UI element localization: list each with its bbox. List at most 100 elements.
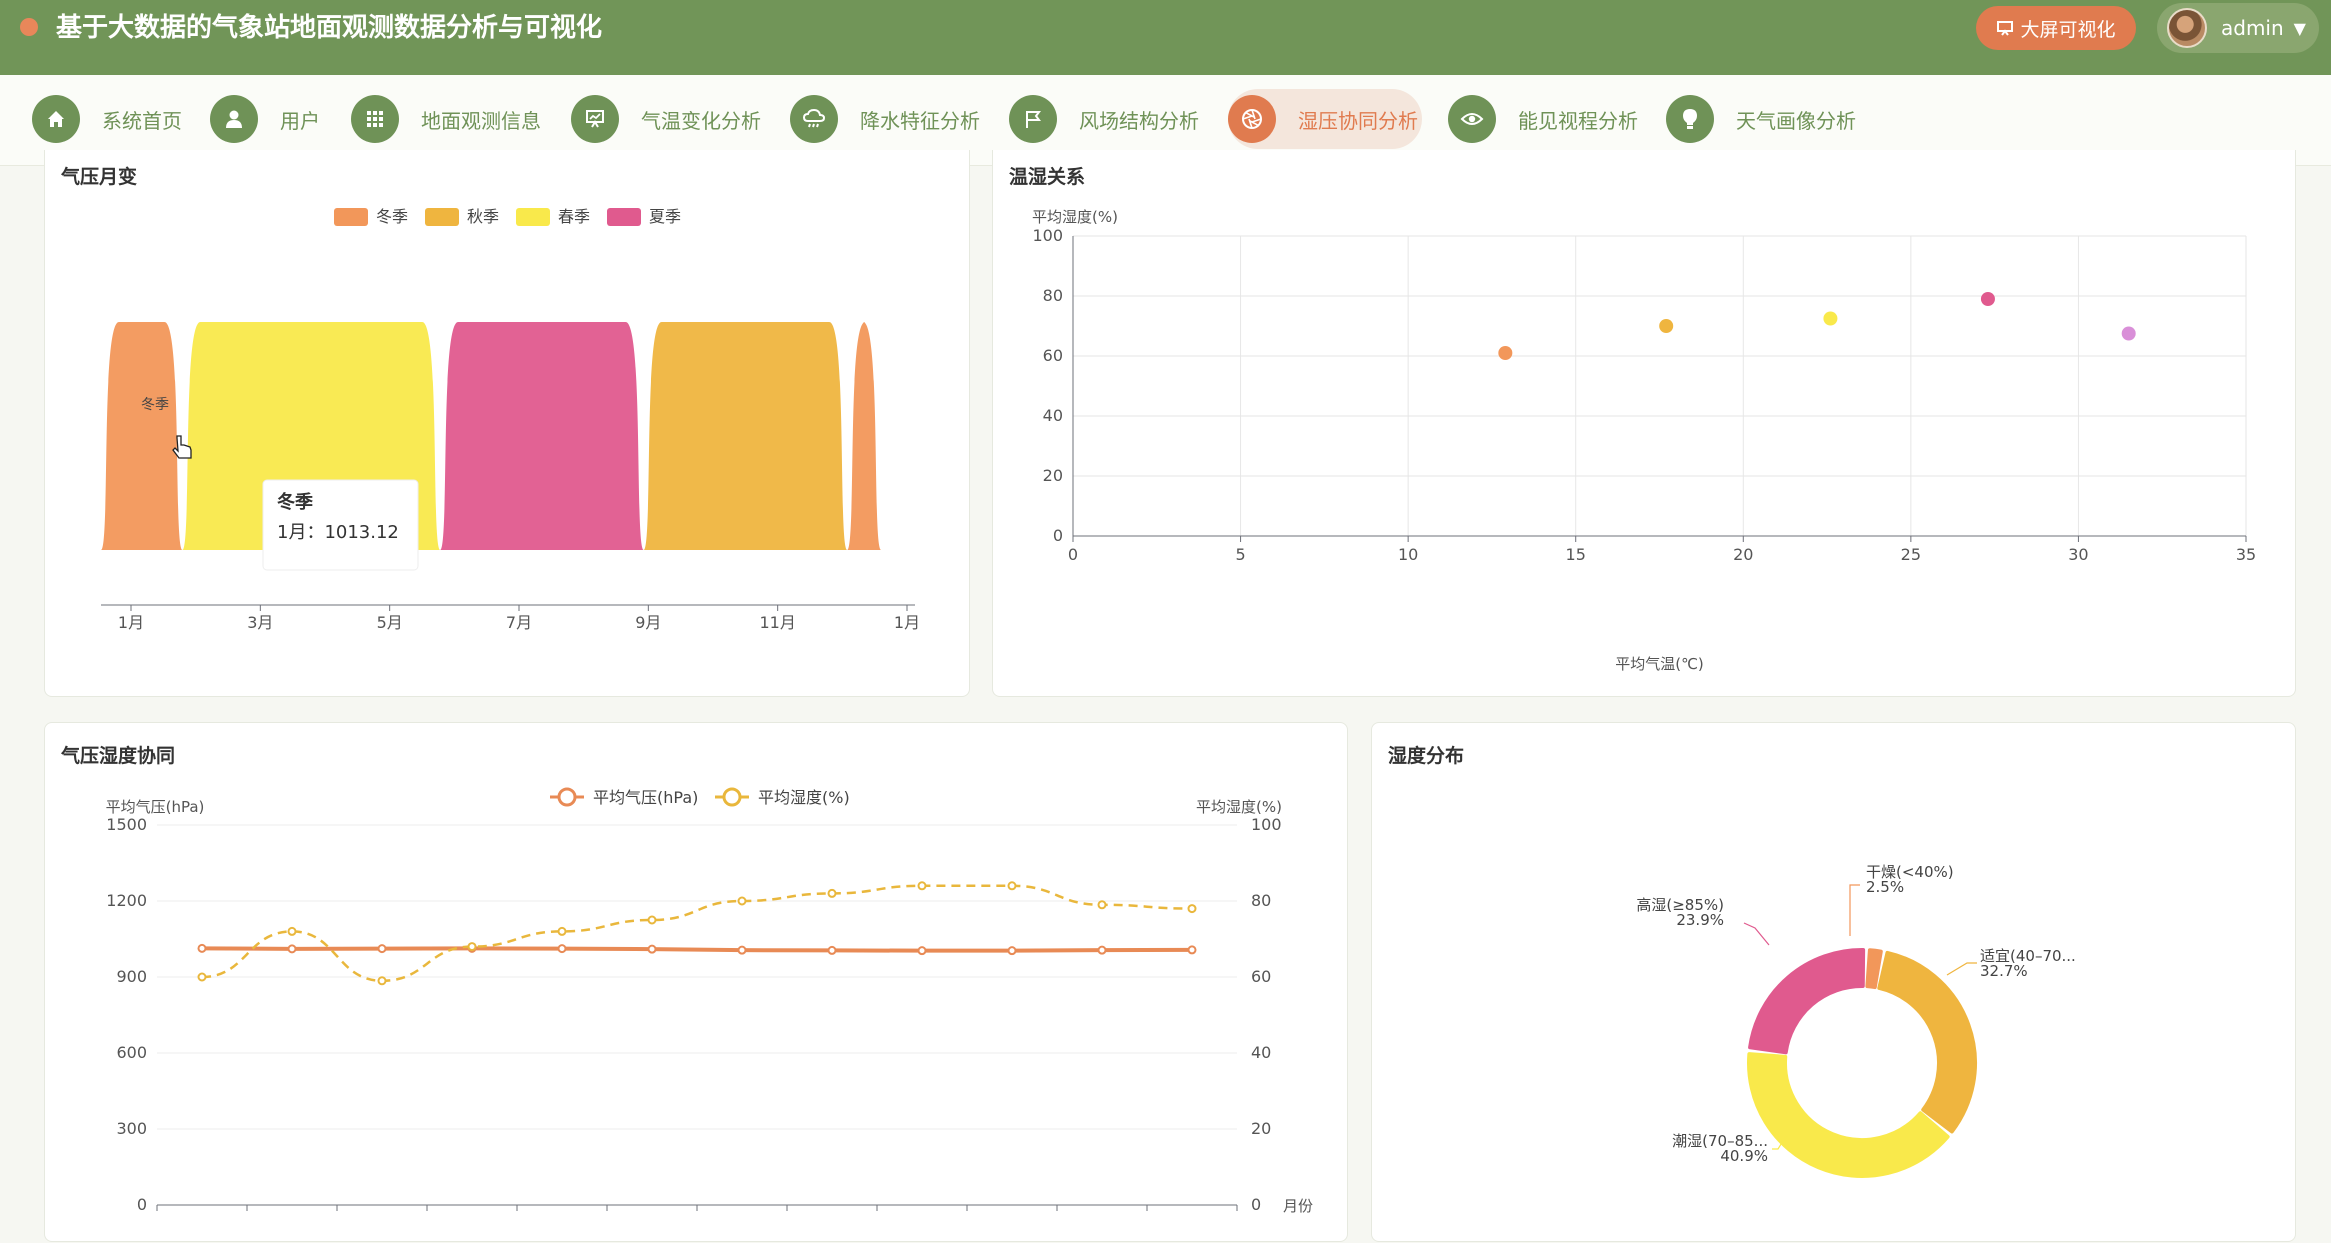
slice-label: 干燥(<40%)2.5% (1866, 863, 1954, 896)
pressure-humidity-chart[interactable]: 平均气压(hPa) 平均湿度(%) 0 300 600 900 1200 1500 0 20 40 6… (45, 723, 1349, 1243)
nav-label: 地面观测信息 (421, 108, 541, 133)
card-humidity-dist: 湿度分布 干燥(<40%) 2.5% 适宜(40–70... 32.7% 潮湿(70–8… (1371, 722, 2296, 1242)
slice-label: 高湿(≥85%)23.9% (1636, 896, 1724, 929)
pressure-monthly-chart[interactable]: 冬季 秋季 春季 夏季1月 3月 5月 7月 9月 11月 1月冬季冬季1月：1013.12 (45, 150, 971, 697)
y-right-tick-label: 80 (1251, 891, 1271, 910)
legend-swatch (516, 208, 550, 226)
series-point (1097, 900, 1107, 910)
logo-icon (20, 18, 38, 36)
aperture-icon (1228, 95, 1276, 143)
nav-item-weather-profile[interactable]: 天气画像分析 (1666, 89, 1856, 149)
series-point (917, 881, 927, 891)
nav-item-precipitation[interactable]: 降水特征分析 (790, 89, 980, 149)
legend-label: 平均气压(hPa) (593, 788, 698, 807)
card-pressure-humidity: 气压湿度协同 平均气压(hPa) 平均湿度(%) 0 300 600 900 1200 150… (44, 722, 1348, 1242)
chart-board-icon (571, 95, 619, 143)
x-tick-label: 5月 (377, 613, 403, 632)
donut-slice (1877, 950, 1977, 1134)
legend-item: 秋季 (425, 207, 499, 226)
nav-label: 降水特征分析 (860, 108, 980, 133)
app-header: 基于大数据的气象站地面观测数据分析与可视化 大屏可视化 admin ▼ (0, 0, 2331, 75)
x-tick-label: 0 (1068, 545, 1078, 564)
legend-label: 平均湿度(%) (758, 788, 850, 807)
area-band-2 (440, 322, 644, 550)
series-point (1187, 904, 1197, 914)
bigscreen-button[interactable]: 大屏可视化 (1976, 6, 2136, 50)
bulb-icon (1666, 95, 1714, 143)
y-left-axis-label: 平均气压(hPa) (106, 798, 205, 816)
x-tick-label: 25 (1901, 545, 1921, 564)
grid-icon (351, 95, 399, 143)
series-point (1007, 881, 1017, 891)
legend-item: 春季 (516, 207, 590, 226)
x-tick-label: 9月 (635, 613, 661, 632)
nav-item-user[interactable]: 用户 (210, 89, 320, 149)
x-tick-label: 1月 (894, 613, 920, 632)
card-temp-humidity: 温湿关系 0 20 40 60 80 100 0 5 10 15 20 25 30 35 平均湿度(%) 平均… (992, 150, 2296, 697)
area-band-3 (643, 322, 848, 550)
user-menu[interactable]: admin ▼ (2157, 3, 2319, 53)
flag-icon (1009, 95, 1057, 143)
series-point (557, 944, 567, 954)
series-point (377, 976, 387, 986)
scatter-point (1498, 346, 1513, 360)
nav-label: 用户 (280, 108, 320, 133)
legend-label: 春季 (558, 207, 590, 226)
x-tick-label: 30 (2068, 545, 2088, 564)
x-tick-label: 3月 (247, 613, 273, 632)
slice-label-line (1849, 884, 1860, 936)
y-right-axis-label: 平均湿度(%) (1196, 798, 1282, 816)
series-point (197, 943, 207, 953)
y-left-tick-label: 0 (137, 1195, 147, 1214)
app-title: 基于大数据的气象站地面观测数据分析与可视化 (56, 13, 603, 43)
legend-label: 秋季 (467, 207, 499, 226)
series-point (377, 944, 387, 954)
legend-marker (722, 787, 742, 807)
nav-item-home[interactable]: 系统首页 (32, 89, 182, 149)
y-right-tick-label: 100 (1251, 815, 1282, 834)
series-point (1097, 945, 1107, 955)
slice-label-pct: 32.7% (1980, 962, 2028, 980)
nav-label: 天气画像分析 (1736, 108, 1856, 133)
home-icon (32, 95, 80, 143)
series-point (647, 944, 657, 954)
nav-item-visibility[interactable]: 能见视程分析 (1448, 89, 1638, 149)
x-tick-label: 35 (2236, 545, 2256, 564)
nav-item-temperature[interactable]: 气温变化分析 (571, 89, 761, 149)
series-line (201, 946, 1193, 953)
eye-icon (1448, 95, 1496, 143)
nav-item-humidity-pressure[interactable]: 湿压协同分析 (1228, 89, 1422, 149)
tooltip: 冬季 1月：1013.12 (262, 479, 419, 571)
scatter-point (1980, 292, 1995, 306)
series-point (287, 944, 297, 954)
temp-humidity-chart[interactable]: 0 20 40 60 80 100 0 5 10 15 20 25 30 35 平均湿度(%) 平均气温(℃) (993, 150, 2297, 697)
x-tick-label: 11月 (759, 613, 795, 632)
series-point (197, 972, 207, 982)
user-name: admin (2221, 16, 2284, 40)
series-point (917, 946, 927, 956)
x-tick-label: 7月 (506, 613, 532, 632)
legend-item: 冬季 (334, 207, 408, 226)
x-axis-label: 月份 (1283, 1197, 1313, 1215)
x-tick-label: 5 (1235, 545, 1245, 564)
slice-label-line (1946, 962, 1977, 976)
y-axis-label: 平均湿度(%) (1032, 208, 1118, 226)
avatar (2167, 8, 2207, 48)
series-line (201, 884, 1193, 983)
slice-label: 适宜(40–70...32.7% (1980, 947, 2076, 980)
legend-item: 夏季 (607, 207, 681, 226)
slice-label-pct: 23.9% (1676, 911, 1724, 929)
nav-item-observation[interactable]: 地面观测信息 (351, 89, 541, 149)
nav-label: 气温变化分析 (641, 108, 761, 133)
chevron-down-icon: ▼ (2293, 18, 2306, 38)
area-band-0 (101, 322, 183, 550)
y-right-tick-label: 40 (1251, 1043, 1271, 1062)
x-axis-label: 平均气温(℃) (1615, 655, 1704, 673)
nav-item-wind[interactable]: 风场结构分析 (1009, 89, 1199, 149)
series-point (467, 942, 477, 952)
y-left-tick-label: 600 (116, 1043, 147, 1062)
legend-swatch (425, 208, 459, 226)
y-right-tick-label: 60 (1251, 967, 1271, 986)
humidity-dist-chart[interactable]: 干燥(<40%)2.5% 适宜(40–70...32.7% 潮湿(70–85...4… (1372, 723, 2297, 1243)
screen-icon (1997, 21, 2014, 36)
